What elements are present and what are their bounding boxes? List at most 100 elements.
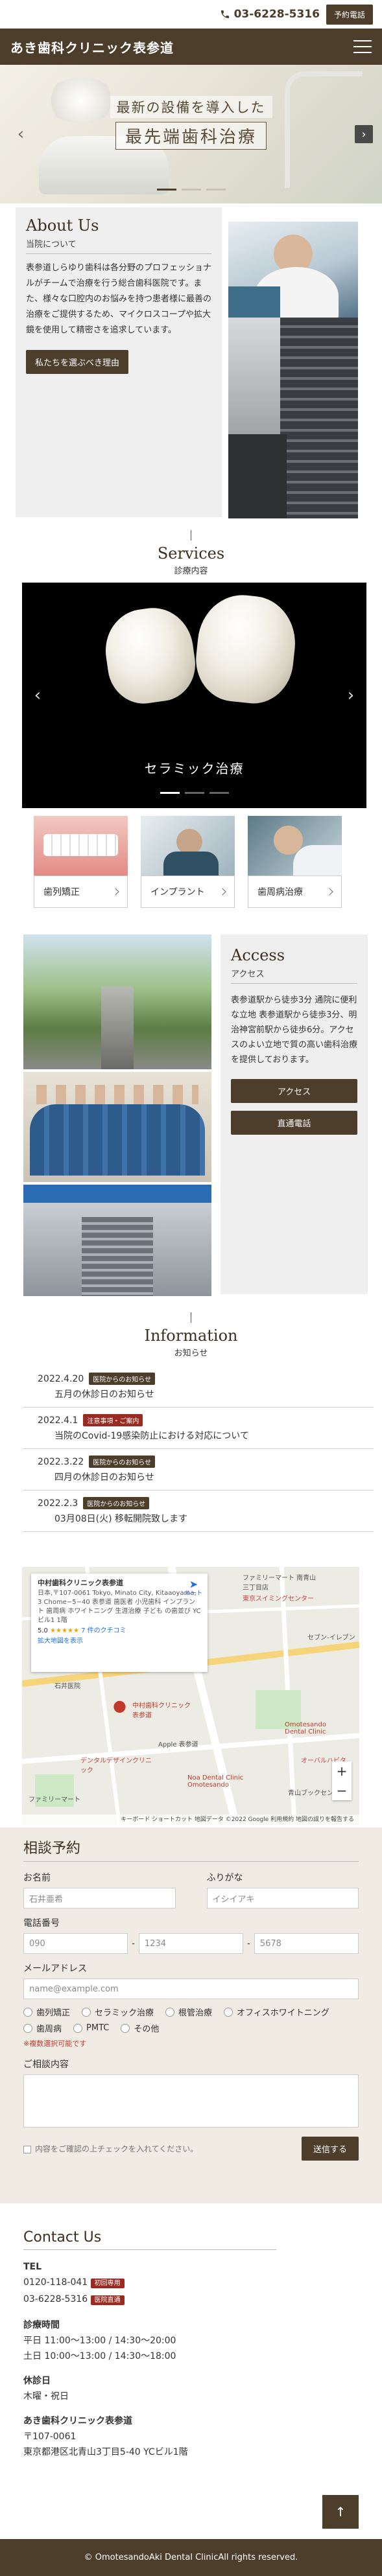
map-place-card: 中村歯科クリニック表参道 日本,〒107-0061 Tokyo, Minato … (31, 1573, 208, 1672)
access-button[interactable]: アクセス (231, 1079, 357, 1103)
services-dot[interactable] (209, 792, 229, 794)
hero-dot[interactable] (206, 189, 226, 191)
kana-label: ふりがな (206, 1873, 243, 1883)
service-cards: 歯列矯正 インプラント 歯周病治療 (0, 816, 382, 908)
service-card-implant[interactable]: インプラント (141, 816, 235, 908)
send-button[interactable]: 送信する (301, 2137, 359, 2161)
service-card-label: インプラント (141, 876, 235, 908)
information-date: 2022.4.1 (38, 1415, 78, 1426)
why-choose-us-button[interactable]: 私たちを選ぶべき理由 (26, 350, 129, 374)
consultation-form: 相談予約 お名前 石井亜希 ふりがな イシイアキ 電話番号 090- 1234-… (0, 1828, 382, 2203)
hero-next-arrow-icon[interactable]: › (355, 125, 373, 143)
information-item[interactable]: 2022.4.20 医院からのお知らせ 五月の休診日のお知らせ (23, 1366, 374, 1408)
hamburger-menu-icon[interactable] (353, 40, 372, 53)
option-other[interactable]: その他 (121, 2022, 159, 2034)
service-card-orthodontics[interactable]: 歯列矯正 (34, 816, 128, 908)
services-dot[interactable] (160, 792, 180, 794)
map-footer: キーボード ショートカット 地図データ ©2022 Google 利用規約 地図… (22, 1815, 359, 1825)
clinic-name: あき歯科クリニック表参道 (23, 2416, 132, 2426)
phone-icon (221, 10, 229, 18)
services-next-arrow-icon[interactable]: › (342, 686, 360, 705)
services-pagination (160, 792, 229, 794)
tel-first-visit-link[interactable]: 0120-118-041 (23, 2277, 88, 2288)
staff-photo (23, 1072, 211, 1182)
treatment-options: 歯列矯正 セラミック治療 根管治療 オフィスホワイトニング 歯周病 PMTC そ… (23, 2006, 359, 2034)
map-enlarge-link[interactable]: 拡大地図を表示 (38, 1637, 201, 1646)
map-marker-label: Omotesando Dental Clinic (285, 1721, 326, 1735)
option-ceramic[interactable]: セラミック治療 (82, 2006, 154, 2018)
clinic-zip: 〒107-0061 (23, 2431, 77, 2442)
map-label: 東京スイミングセンター (243, 1595, 314, 1603)
top-bar: 03-6228-5316 予約電話 (0, 0, 382, 29)
access-panel: Access アクセス 表参道駅から徒歩3分 通院に便利な立地 表参道駅から徒歩… (221, 934, 368, 1294)
tel-heading: TEL (23, 2262, 42, 2272)
email-label: メールアドレス (23, 1964, 87, 1974)
crown-image (191, 590, 300, 708)
map-place-title: 中村歯科クリニック表参道 (38, 1579, 123, 1587)
footer-copyright: © OmotesandoAki Dental ClinicAll rights … (0, 2539, 382, 2576)
information-date: 2022.4.20 (38, 1373, 84, 1384)
option-root-canal[interactable]: 根管治療 (165, 2006, 212, 2018)
map-marker-label: Noa Dental Clinic Omotesando (187, 1774, 244, 1789)
tel-input-3[interactable]: 5678 (254, 1933, 359, 1954)
about-photos (228, 222, 358, 518)
back-to-top-icon[interactable]: ↑ (322, 2495, 359, 2529)
hero-lamp-image (45, 78, 117, 123)
hero-line-1: 最新の設備を導入した (110, 96, 272, 118)
tel-label: 電話番号 (23, 1918, 60, 1929)
name-input[interactable]: 石井亜希 (23, 1888, 176, 1909)
services-prev-arrow-icon[interactable]: ‹ (29, 686, 47, 705)
option-whitening[interactable]: オフィスホワイトニング (224, 2006, 329, 2018)
tel-input-1[interactable]: 090 (23, 1933, 128, 1954)
service-card-label: 歯列矯正 (34, 876, 128, 908)
information-item[interactable]: 2022.2.3 医院からのお知らせ 03月08日(火) 移転開院致します (23, 1491, 374, 1532)
multi-select-note: ※複数選択可能です (23, 2039, 87, 2048)
tel-input-2[interactable]: 1234 (138, 1933, 244, 1954)
about-title: About Us (26, 216, 99, 235)
site-logo[interactable]: あき歯科クリニック表参道 (10, 38, 174, 56)
services-subtitle: 診療内容 (174, 566, 208, 576)
hero-dot[interactable] (156, 189, 176, 191)
service-card-periodontal[interactable]: 歯周病治療 (248, 816, 342, 908)
information-item[interactable]: 2022.3.22 医院からのお知らせ 四月の休診日のお知らせ (23, 1449, 374, 1491)
name-label: お名前 (23, 1873, 51, 1883)
map-stars-icon: ★★★★★ (50, 1627, 79, 1634)
map-pin-icon[interactable]: ● (113, 1697, 126, 1715)
hours-weekday: 平日 11:00～13:00 / 14:30～20:00 (23, 2336, 176, 2346)
contact-section: Contact Us TEL 0120-118-041 初回専用 03-6228… (0, 2229, 382, 2460)
services-dot[interactable] (184, 792, 204, 794)
hero-dot[interactable] (181, 189, 201, 191)
map-route-button[interactable]: ➤ ルート (185, 1578, 202, 1598)
google-map[interactable]: ● 中村歯科クリニック表参道 Omotesando Dental Clinic … (22, 1567, 359, 1825)
information-tag: 注意事項・ご案内 (83, 1414, 143, 1426)
option-periodontal[interactable]: 歯周病 (23, 2022, 62, 2034)
map-label: 石井医院 (54, 1683, 80, 1690)
hero-slider: 最新の設備を導入した 最先端歯科治療 ‹ › (0, 65, 382, 203)
zoom-out-button[interactable]: − (332, 1781, 352, 1800)
reserve-phone-button[interactable]: 予約電話 (326, 4, 373, 25)
header-phone-link[interactable]: 03-6228-5316 (220, 8, 320, 21)
option-pmtc[interactable]: PMTC (73, 2022, 109, 2034)
hero-prev-arrow-icon[interactable]: ‹ (12, 124, 30, 144)
map-reviews-link[interactable]: 7 件のクチコミ (81, 1627, 126, 1634)
map-label: ファミリーマート 南青山三丁目店 (243, 1575, 316, 1592)
closed-heading: 休診日 (23, 2376, 51, 2386)
access-subtitle: アクセス (231, 967, 357, 984)
message-textarea[interactable] (23, 2074, 359, 2128)
closed-days: 木曜・祝日 (23, 2391, 69, 2402)
tel-direct-link[interactable]: 03-6228-5316 (23, 2294, 88, 2304)
first-visit-tag: 初回専用 (90, 2279, 125, 2288)
zoom-in-button[interactable]: + (332, 1761, 352, 1781)
access-title: Access (231, 946, 285, 964)
contact-title: Contact Us (23, 2229, 276, 2250)
information-item[interactable]: 2022.4.1 注意事項・ご案内 当院のCovid-19感染防止における対応につ… (23, 1408, 374, 1449)
email-input[interactable]: name@example.com (23, 1978, 359, 1999)
option-orthodontics[interactable]: 歯列矯正 (23, 2006, 70, 2018)
confirm-checkbox[interactable]: 内容をご確認の上チェックを入れてください。 (23, 2143, 198, 2154)
route-icon: ➤ (189, 1578, 198, 1590)
about-text: 表参道しらゆり歯科は各分野のプロフェッショナルがチームで治療を行う総合歯科医院で… (26, 263, 212, 335)
map-label: セブン-イレブン (307, 1634, 355, 1642)
kana-input[interactable]: イシイアキ (206, 1888, 359, 1909)
direct-phone-button[interactable]: 直通電話 (231, 1111, 357, 1135)
information-section: Information お知らせ 2022.4.20 医院からのお知らせ 五月の休… (0, 1298, 382, 1566)
